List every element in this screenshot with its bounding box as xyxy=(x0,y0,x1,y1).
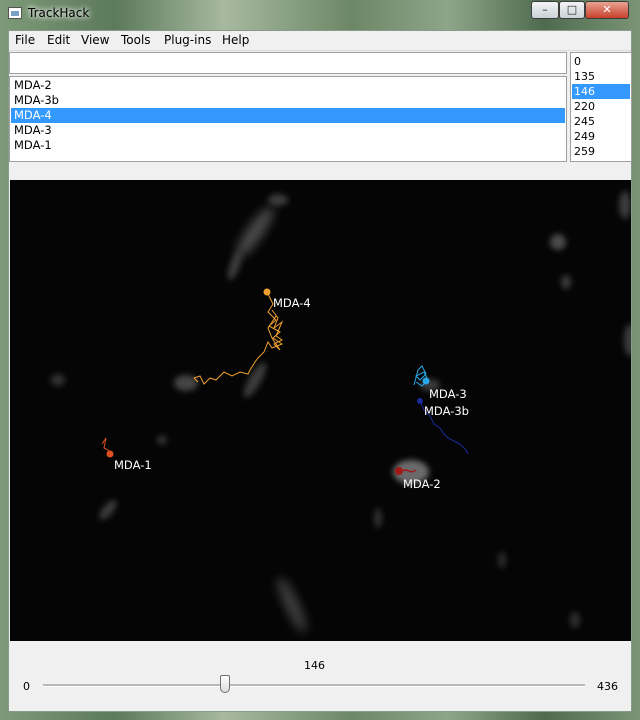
slider-min-label: 0 xyxy=(23,680,30,693)
frame-item[interactable]: 220 xyxy=(572,99,630,114)
frame-slider-panel: 146 0 436 xyxy=(9,643,631,711)
cell-shapes xyxy=(51,191,631,633)
slider-value-label: 146 xyxy=(304,659,325,672)
menu-edit[interactable]: Edit xyxy=(47,33,70,47)
frame-item[interactable]: 0 xyxy=(572,54,630,69)
slider-max-label: 436 xyxy=(597,680,618,693)
track-marker-mda-3 xyxy=(422,377,430,385)
track-overlay: MDA-4 MDA-3 MDA-3b MDA-1 MDA-2 xyxy=(51,191,631,633)
frame-slider-thumb[interactable] xyxy=(219,675,230,693)
track-label-mda-1: MDA-1 xyxy=(114,458,152,472)
menu-file[interactable]: File xyxy=(15,33,35,47)
track-label-mda-2: MDA-2 xyxy=(403,477,441,491)
track-name-input[interactable] xyxy=(9,52,567,74)
app-icon xyxy=(8,7,22,19)
track-item-mda-3[interactable]: MDA-3 xyxy=(11,123,565,138)
track-marker-mda-2 xyxy=(395,467,403,475)
track-marker-mda-3b xyxy=(417,398,423,404)
track-list[interactable]: MDA-2 MDA-3b MDA-4 MDA-3 MDA-1 xyxy=(9,76,567,162)
app-window: TrackHack – □ ✕ File Edit View Tools Plu… xyxy=(0,0,640,720)
frame-item[interactable]: 135 xyxy=(572,69,630,84)
menu-help[interactable]: Help xyxy=(222,33,249,47)
frame-item[interactable]: 259 xyxy=(572,144,630,159)
frame-item[interactable]: 249 xyxy=(572,129,630,144)
client-area: File Edit View Tools Plug-ins Help MDA-2… xyxy=(8,30,632,712)
frame-list[interactable]: 0 135 146 220 245 249 259 xyxy=(570,52,632,162)
track-item-mda-4[interactable]: MDA-4 xyxy=(11,108,565,123)
frame-slider-track[interactable] xyxy=(43,684,585,687)
track-label-mda-3b: MDA-3b xyxy=(424,404,469,418)
title-bar[interactable]: TrackHack – □ ✕ xyxy=(0,0,640,28)
track-item-mda-2[interactable]: MDA-2 xyxy=(11,78,565,93)
track-item-mda-3b[interactable]: MDA-3b xyxy=(11,93,565,108)
track-item-mda-1[interactable]: MDA-1 xyxy=(11,138,565,153)
microscopy-canvas[interactable]: MDA-4 MDA-3 MDA-3b MDA-1 MDA-2 xyxy=(10,180,631,641)
track-label-mda-4: MDA-4 xyxy=(273,296,311,310)
close-button[interactable]: ✕ xyxy=(585,1,629,19)
menu-tools[interactable]: Tools xyxy=(121,33,151,47)
window-title: TrackHack xyxy=(28,6,90,20)
menu-plugins[interactable]: Plug-ins xyxy=(164,33,211,47)
track-label-mda-3: MDA-3 xyxy=(429,387,467,401)
frame-item[interactable]: 245 xyxy=(572,114,630,129)
menu-view[interactable]: View xyxy=(81,33,109,47)
menu-bar: File Edit View Tools Plug-ins Help xyxy=(9,31,631,51)
track-marker-mda-4 xyxy=(263,288,271,296)
maximize-button[interactable]: □ xyxy=(559,1,585,19)
frame-item-selected[interactable]: 146 xyxy=(572,84,630,99)
track-marker-mda-1 xyxy=(106,450,114,458)
track-path-mda-4 xyxy=(193,291,284,385)
track-path-mda-4-cluster xyxy=(267,309,284,351)
minimize-button[interactable]: – xyxy=(531,1,559,19)
